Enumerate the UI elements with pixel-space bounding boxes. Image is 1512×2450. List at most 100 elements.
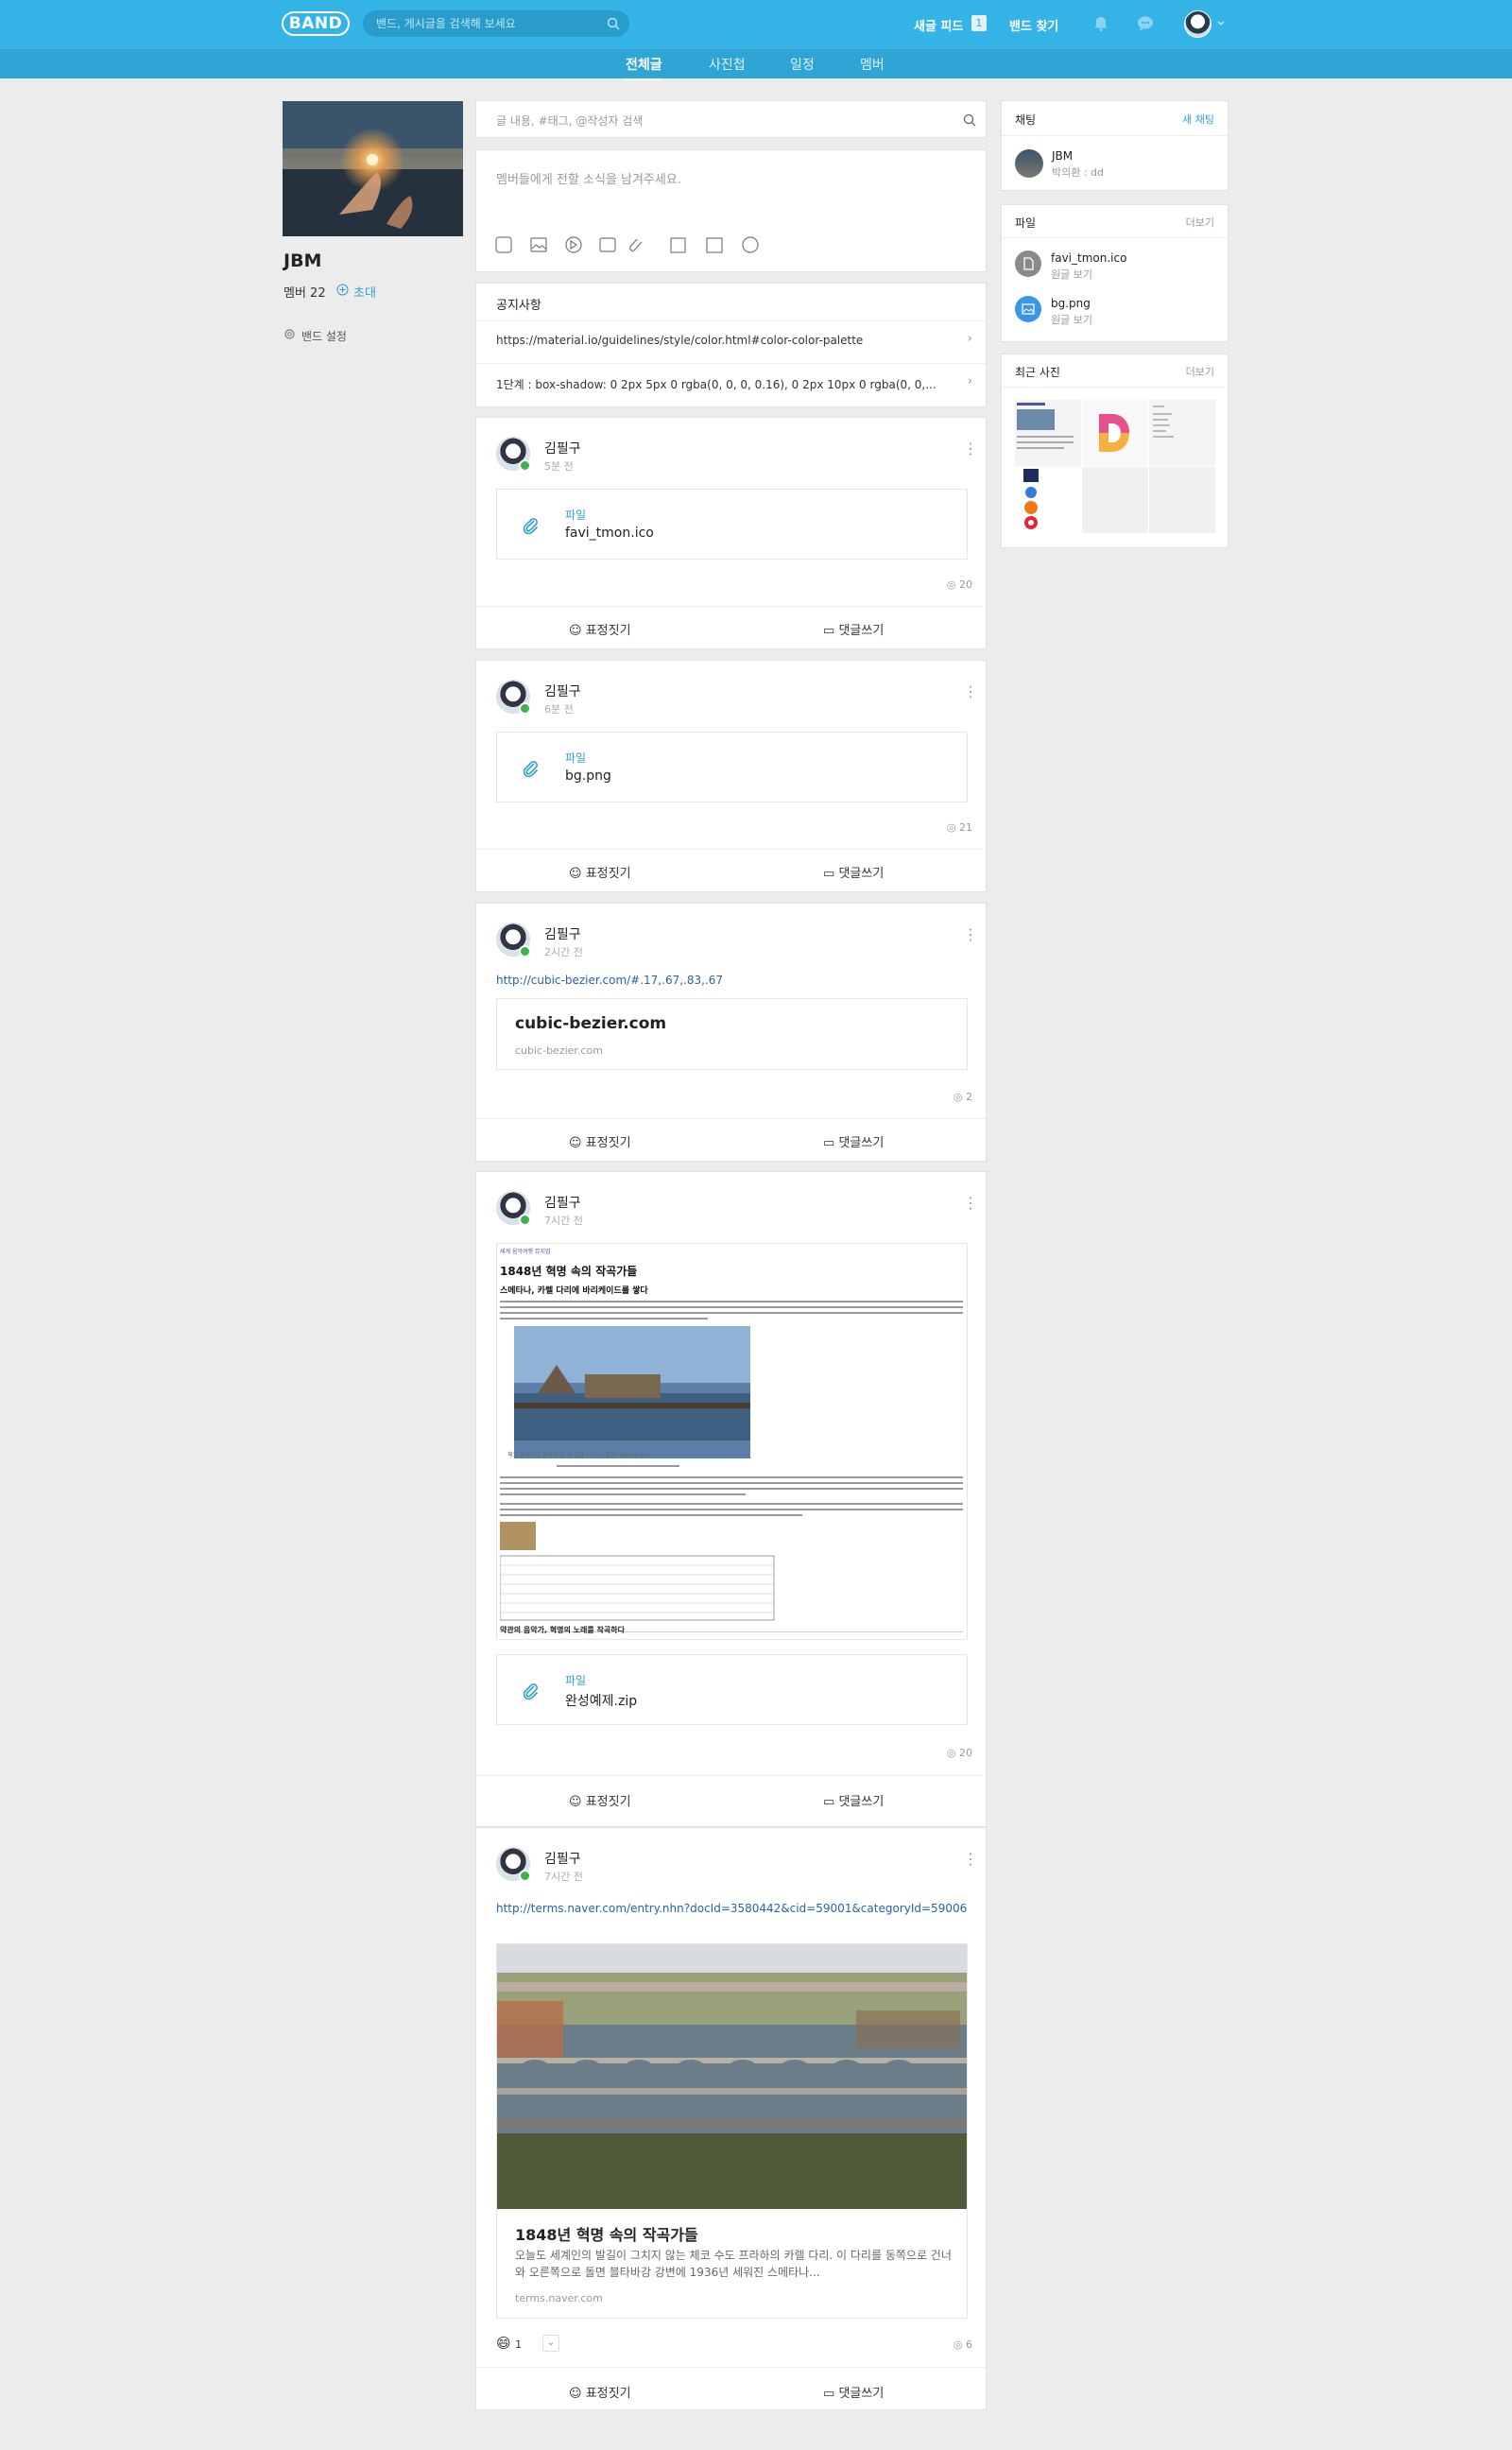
chat-room-avatar[interactable] <box>1015 149 1043 178</box>
gear-icon[interactable] <box>284 328 296 340</box>
band-cover-image[interactable] <box>283 101 463 236</box>
more-icon[interactable]: ⋮ <box>963 1851 978 1868</box>
file-attachment[interactable]: 파일 bg.png <box>496 732 968 802</box>
more-icon[interactable]: ⋮ <box>963 926 978 943</box>
post-time: 6분 전 <box>544 703 574 716</box>
comment-button[interactable]: ▭ 댓글쓰기 <box>823 2383 884 2401</box>
emotion-button[interactable]: ☺ 표정짓기 <box>569 1791 631 1809</box>
emotion-button[interactable]: ☺ 표정짓기 <box>569 620 631 638</box>
reaction-summary[interactable]: 😄 1 <box>496 2335 522 2352</box>
feed-search-input[interactable]: 글 내용, #태그, @작성자 검색 <box>475 100 987 138</box>
recent-photos-panel: 최근 사진 더보기 <box>1001 354 1228 548</box>
search-icon[interactable] <box>963 113 976 127</box>
files-more-link[interactable]: 더보기 <box>1186 215 1214 230</box>
sidebar-file-name[interactable]: bg.png <box>1051 297 1091 310</box>
notice-card: 공지사항 https://material.io/guidelines/styl… <box>475 283 987 407</box>
emotion-button[interactable]: ☺ 표정짓기 <box>569 2383 631 2401</box>
post-link[interactable]: http://terms.naver.com/entry.nhn?docId=3… <box>496 1900 968 1918</box>
sidebar-file-view-post[interactable]: 원글 보기 <box>1051 267 1092 282</box>
file-attachment[interactable]: 파일 favi_tmon.ico <box>496 489 968 560</box>
notice-item[interactable]: 1단계 : box-shadow: 0 2px 5px 0 rgba(0, 0,… <box>476 364 986 405</box>
photo-thumbnail[interactable] <box>1082 467 1148 533</box>
find-band-link[interactable]: 밴드 찾기 <box>1009 16 1058 34</box>
comment-button[interactable]: ▭ 댓글쓰기 <box>823 620 884 638</box>
tab-photos[interactable]: 사진첩 <box>709 55 746 74</box>
compose-box[interactable]: 멤버들에게 전할 소식을 남겨주세요. <box>475 149 987 272</box>
tab-schedule[interactable]: 일정 <box>790 55 815 74</box>
author-avatar[interactable] <box>496 1191 531 1226</box>
photo-thumbnail[interactable] <box>1149 467 1215 533</box>
search-icon[interactable] <box>607 17 620 30</box>
emotion-button[interactable]: ☺ 표정짓기 <box>569 863 631 881</box>
tab-members[interactable]: 멤버 <box>860 55 885 74</box>
notice-item-text: 1단계 : box-shadow: 0 2px 5px 0 rgba(0, 0,… <box>496 378 936 391</box>
author-avatar[interactable] <box>496 923 531 958</box>
file-attachment[interactable]: 파일 완성예제.zip <box>496 1654 968 1725</box>
more-icon[interactable]: ⋮ <box>963 440 978 457</box>
chevron-down-icon[interactable] <box>1217 21 1225 26</box>
attach-icon[interactable] <box>634 235 651 254</box>
chevron-down-icon[interactable]: ⌄ <box>542 2335 559 2352</box>
link-preview-title: 1848년 혁명 속의 작곡가들 <box>515 2226 698 2244</box>
photo-thumbnail[interactable] <box>1149 400 1215 466</box>
video-icon[interactable] <box>566 235 583 254</box>
link-preview[interactable]: cubic-bezier.com cubic-bezier.com <box>496 998 968 1070</box>
add-circle-icon[interactable] <box>336 284 349 296</box>
post-image[interactable]: 세계 음악여행 뮤지엄 1848년 혁명 속의 작곡가들 스메타나, 카렐 다리… <box>496 1243 968 1640</box>
band-name: JBM <box>284 250 322 271</box>
band-logo[interactable]: BAND <box>282 11 350 36</box>
band-search-input[interactable]: 밴드, 게시글을 검색해 보세요 <box>363 10 629 37</box>
calendar-icon[interactable] <box>706 235 723 254</box>
post-card: 김필구 5분 전 ⋮ 파일 favi_tmon.ico ◎ 20 ☺ 표정짓기 … <box>475 417 987 649</box>
photo-icon[interactable] <box>531 235 548 254</box>
chevron-right-icon: › <box>967 374 972 388</box>
gift-icon[interactable] <box>600 235 617 254</box>
comment-icon: ▭ <box>823 2387 835 2401</box>
post-author[interactable]: 김필구 <box>544 1193 581 1212</box>
link-preview[interactable]: 1848년 혁명 속의 작곡가들 오늘도 세계인의 발길이 그치지 않는 체코 … <box>496 1943 968 2319</box>
comment-button[interactable]: ▭ 댓글쓰기 <box>823 1791 884 1809</box>
post-author[interactable]: 김필구 <box>544 924 581 943</box>
author-avatar[interactable] <box>496 437 531 472</box>
notice-item[interactable]: https://material.io/guidelines/style/col… <box>476 321 986 363</box>
eye-icon: ◎ <box>953 2338 963 2351</box>
comment-icon: ▭ <box>823 1795 835 1809</box>
post-author[interactable]: 김필구 <box>544 1849 581 1868</box>
post-author[interactable]: 김필구 <box>544 682 581 700</box>
author-avatar[interactable] <box>496 680 531 715</box>
comment-button[interactable]: ▭ 댓글쓰기 <box>823 863 884 881</box>
list-icon[interactable] <box>670 235 687 254</box>
sticker-icon[interactable] <box>495 235 512 254</box>
member-count[interactable]: 멤버 22 <box>284 283 326 301</box>
chat-title: 채팅 <box>1015 113 1037 127</box>
new-chat-link[interactable]: 새 채팅 <box>1182 112 1214 127</box>
new-feed-link[interactable]: 새글 피드 <box>914 16 963 34</box>
chat-icon[interactable] <box>1135 13 1156 34</box>
more-icon[interactable]: ⋮ <box>963 1195 978 1212</box>
smile-icon: ☺ <box>569 1136 582 1150</box>
author-avatar[interactable] <box>496 1847 531 1882</box>
tab-all-posts[interactable]: 전체글 <box>626 55 662 80</box>
band-settings-link[interactable]: 밴드 설정 <box>301 328 347 344</box>
sidebar-file-name[interactable]: favi_tmon.ico <box>1051 251 1126 265</box>
paperclip-icon <box>523 1683 539 1700</box>
profile-avatar[interactable] <box>1184 10 1211 38</box>
comment-button[interactable]: ▭ 댓글쓰기 <box>823 1132 884 1150</box>
invite-link[interactable]: 초대 <box>353 283 376 301</box>
more-icon[interactable]: ⋮ <box>963 683 978 700</box>
photo-thumbnail[interactable] <box>1082 400 1148 466</box>
emotion-button[interactable]: ☺ 표정짓기 <box>569 1132 631 1150</box>
new-feed-count-badge: 1 <box>971 15 987 31</box>
poll-icon[interactable] <box>742 235 759 254</box>
chat-room-name[interactable]: JBM <box>1052 149 1073 163</box>
photo-thumbnail[interactable] <box>1015 400 1081 466</box>
bell-icon[interactable] <box>1091 13 1111 34</box>
photo-thumbnail[interactable] <box>1015 467 1081 533</box>
post-link[interactable]: http://cubic-bezier.com/#.17,.67,.83,.67 <box>496 974 723 987</box>
sidebar-file-view-post[interactable]: 원글 보기 <box>1051 312 1092 327</box>
recent-photos-more-link[interactable]: 더보기 <box>1186 364 1214 379</box>
sub-navigation <box>0 48 1512 78</box>
view-count: ◎ 20 <box>946 578 972 591</box>
file-name: bg.png <box>565 768 611 784</box>
post-author[interactable]: 김필구 <box>544 439 581 457</box>
